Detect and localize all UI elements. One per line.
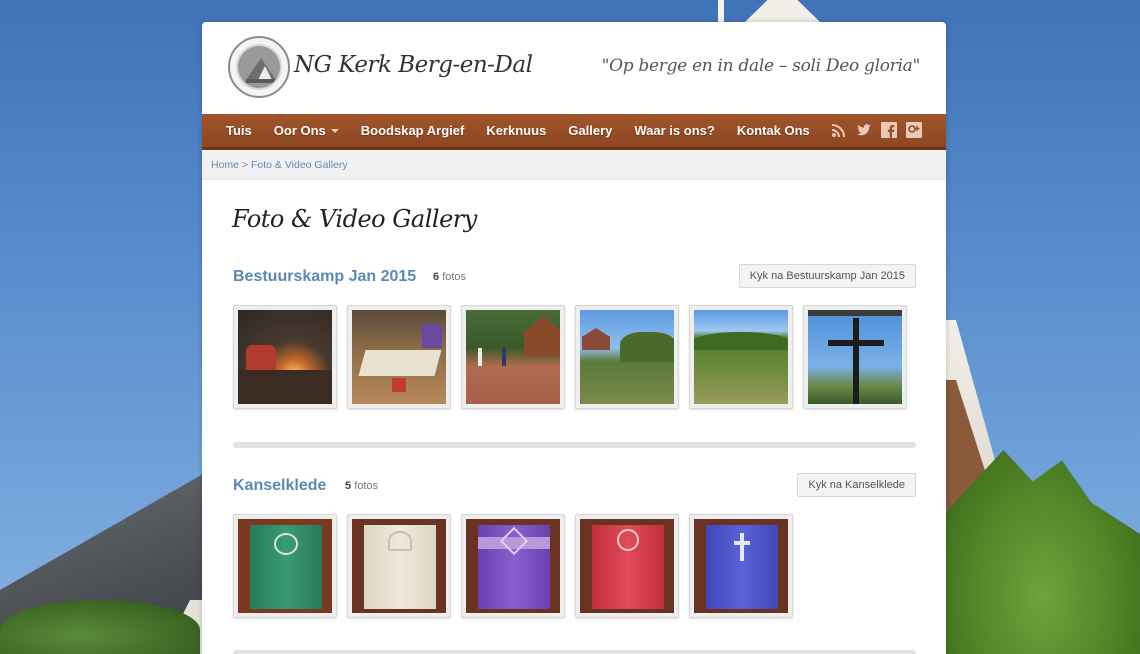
meeting-room-photo [352,310,446,404]
photo-thumbnail[interactable] [575,305,679,409]
rss-icon[interactable] [831,122,847,138]
ground [238,370,332,404]
hut [524,316,560,356]
page-title: Foto & Video Gallery [232,205,477,233]
green-cloth-photo [238,519,332,613]
campfire-photo [238,310,332,404]
google-plus-icon[interactable] [906,122,922,138]
breadcrumb-separator: > [239,158,251,171]
bush-left [0,600,200,654]
breadcrumb-home-link[interactable]: Home [211,159,239,171]
album-photo-count: 6 fotos [433,271,466,283]
breadcrumb: Home > Foto & Video Gallery [202,150,946,180]
chevron-down-icon [330,128,339,133]
nav-item-tuis[interactable]: Tuis [202,123,263,138]
album-thumbnails [233,514,916,618]
nav-label: Kerknuus [486,123,547,138]
album-divider [233,650,916,654]
nav-label: Kontak Ons [736,123,810,138]
group-outdoors-photo [466,310,560,404]
landscape-bush-photo [580,310,674,404]
site-title[interactable]: NG Kerk Berg-en-Dal [294,52,533,78]
album-divider [233,442,916,448]
photo-thumbnail[interactable] [233,305,337,409]
red-cloth-photo [580,519,674,613]
view-album-button[interactable]: Kyk na Bestuurskamp Jan 2015 [738,264,916,288]
photo-thumbnail[interactable] [461,514,565,618]
nav-item-kerknuus[interactable]: Kerknuus [475,123,557,138]
breadcrumb-current-link[interactable]: Foto & Video Gallery [251,159,348,171]
site-header: NG Kerk Berg-en-Dal "Op berge en in dale… [202,22,946,114]
nav-item-kontak-ons[interactable]: Kontak Ons [726,123,821,138]
album-title[interactable]: Kanselklede [233,477,326,495]
purple-cloth-photo [466,519,560,613]
church-logo[interactable] [228,36,290,98]
photo-thumbnail[interactable] [347,514,451,618]
photo-thumbnail[interactable] [461,305,565,409]
nav-label: Gallery [568,123,613,138]
photo-thumbnail[interactable] [347,305,451,409]
album-kanselklede: Kanselklede 5 fotos Kyk na Kanselklede [233,473,916,618]
nav-label: Oor Ons [273,123,326,138]
album-count-unit: fotos [354,480,379,492]
album-count-number: 6 [433,271,440,283]
social-links [831,122,922,138]
trees [620,332,674,362]
album-count-number: 5 [345,480,352,492]
chair [392,378,406,392]
cross-horizontal [734,541,750,545]
site-tagline: "Op berge en in dale – soli Deo gloria" [601,56,921,76]
cross-horizontal [828,340,884,346]
album-bestuurskamp: Bestuurskamp Jan 2015 6 fotos Kyk na Bes… [233,264,916,409]
album-header: Bestuurskamp Jan 2015 6 fotos Kyk na Bes… [233,264,916,290]
steeple-roof [745,0,820,22]
steeple-cross [718,0,724,22]
logo-church-icon [236,44,282,90]
nav-label: Waar is ons? [634,123,715,138]
alpha-omega-symbol [617,529,639,551]
nav-item-gallery[interactable]: Gallery [557,123,623,138]
nav-item-boodskap-argief[interactable]: Boodskap Argief [350,123,476,138]
photo-thumbnail[interactable] [803,305,907,409]
album-count-unit: fotos [442,271,467,283]
table [358,350,442,376]
cross-window-photo [808,310,902,404]
nav-label: Boodskap Argief [360,123,465,138]
poster [422,324,442,348]
photo-thumbnail[interactable] [233,514,337,618]
nav-item-oor-ons[interactable]: Oor Ons [263,123,350,138]
roof [582,328,610,350]
album-photo-count: 5 fotos [345,480,378,492]
person-figure [502,348,506,366]
white-cloth-photo [352,519,446,613]
window-frame [808,310,902,316]
main-nav: Tuis Oor Ons Boodskap Argief Kerknuus Ga… [202,114,946,150]
valley-view-photo [694,310,788,404]
twitter-icon[interactable] [856,122,872,138]
album-header: Kanselklede 5 fotos Kyk na Kanselklede [233,473,916,499]
blue-cloth-photo [694,519,788,613]
trinity-symbol [274,533,298,555]
nav-item-waar-is-ons[interactable]: Waar is ons? [623,123,725,138]
dove-symbol [388,531,412,551]
person-figure [478,348,482,366]
album-title[interactable]: Bestuurskamp Jan 2015 [233,268,416,286]
hills [694,332,788,350]
photo-thumbnail[interactable] [575,514,679,618]
album-thumbnails [233,305,916,409]
facebook-icon[interactable] [881,122,897,138]
view-album-button[interactable]: Kyk na Kanselklede [797,473,916,497]
photo-thumbnail[interactable] [689,305,793,409]
photo-thumbnail[interactable] [689,514,793,618]
nav-label: Tuis [226,123,252,138]
cross-vertical [740,533,744,561]
cross-vertical [853,318,859,404]
